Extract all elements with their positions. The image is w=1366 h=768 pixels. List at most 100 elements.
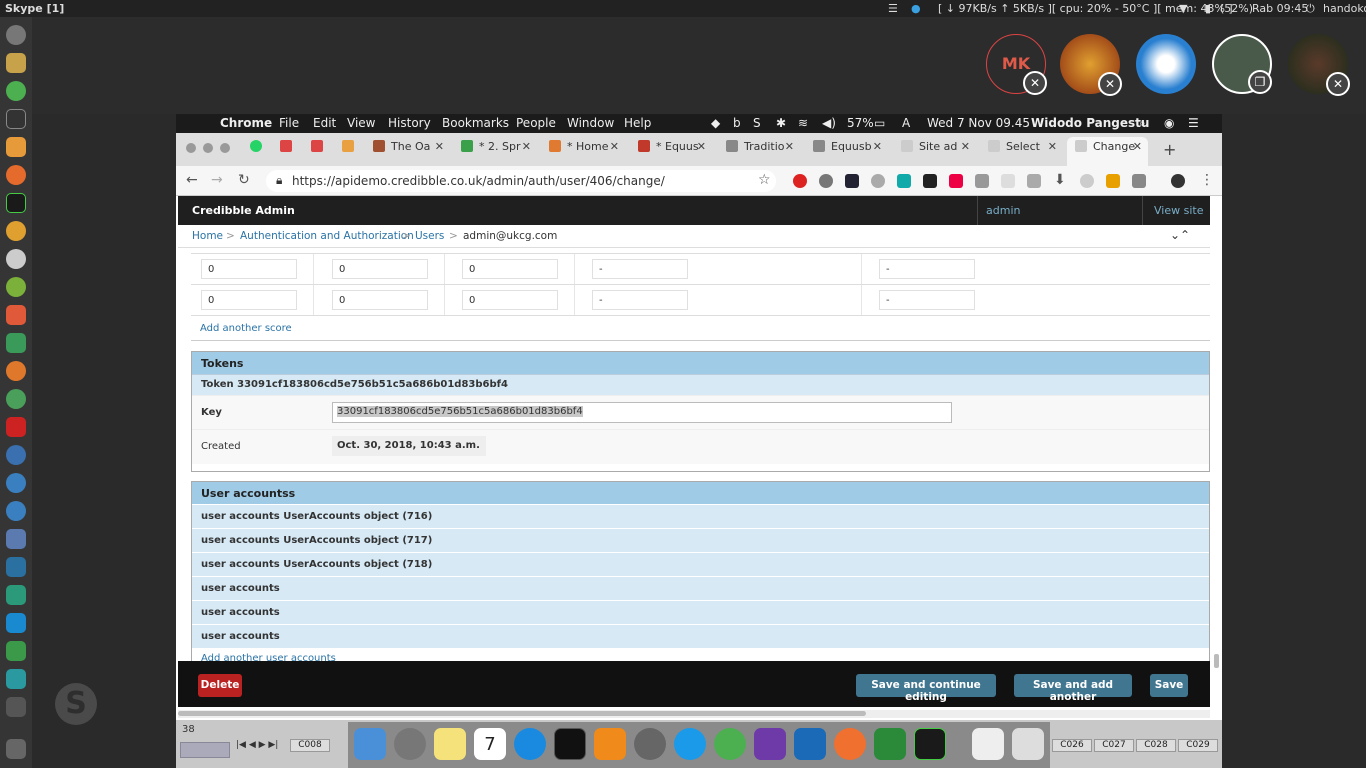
launcher-app-icon[interactable] (6, 361, 26, 381)
notification-icon[interactable]: ☰ (1188, 116, 1199, 130)
score-field[interactable]: 0 (201, 290, 297, 310)
launcher-app-icon[interactable] (6, 697, 26, 717)
extension-icon[interactable] (1132, 174, 1146, 188)
app-store-icon[interactable] (514, 728, 546, 760)
launcher-app-icon[interactable] (6, 585, 26, 605)
breadcrumb-users[interactable]: Users (415, 230, 444, 242)
extension-icon[interactable] (1080, 174, 1094, 188)
menu-history[interactable]: History (388, 116, 431, 130)
launcher-terminal-icon[interactable] (6, 109, 26, 129)
score-field[interactable]: 0 (332, 290, 428, 310)
score-field[interactable]: 0 (462, 259, 558, 279)
chrome-icon[interactable] (714, 728, 746, 760)
menu-help[interactable]: Help (624, 116, 651, 130)
tab-equus[interactable]: * Equus ✕ (638, 140, 706, 164)
list-icon[interactable]: ☰ (888, 2, 898, 15)
bluetooth-icon[interactable]: ✱ (776, 116, 786, 130)
tab-equusb[interactable]: Equusb ✕ (813, 140, 882, 164)
menu-people[interactable]: People (516, 116, 556, 130)
pycharm-icon[interactable] (914, 728, 946, 760)
launcher-files-icon[interactable] (6, 53, 26, 73)
close-tab-icon[interactable]: ✕ (1133, 140, 1142, 153)
skype-icon[interactable] (674, 728, 706, 760)
finder-icon[interactable] (354, 728, 386, 760)
sheet-tab[interactable]: C029 (1178, 739, 1218, 752)
clock[interactable]: Rab 09:45 (1252, 2, 1308, 15)
close-tab-icon[interactable]: ✕ (785, 140, 794, 153)
postman-icon[interactable] (834, 728, 866, 760)
score-field[interactable]: - (592, 259, 688, 279)
menu-window[interactable]: Window (567, 116, 614, 130)
participant-avatar[interactable]: MK ✕ (986, 34, 1047, 95)
delete-button[interactable]: Delete (198, 674, 242, 697)
launcher-filezilla-icon[interactable] (6, 417, 26, 437)
excel-icon[interactable] (874, 728, 906, 760)
extension-icon[interactable] (1027, 174, 1041, 188)
tab-whatsapp[interactable] (250, 140, 264, 164)
launcher-app-icon[interactable] (6, 473, 26, 493)
admin-user-link[interactable]: admin (986, 204, 1020, 217)
launcher-app-icon[interactable] (6, 669, 26, 689)
new-tab-icon[interactable]: + (1163, 140, 1176, 159)
scrollbar-thumb[interactable] (178, 711, 866, 716)
launcher-pycharm-icon[interactable] (6, 193, 26, 213)
close-tab-icon[interactable]: ✕ (1048, 140, 1057, 153)
date-time[interactable]: Wed 7 Nov 09.45 (927, 116, 1030, 130)
launcher-firefox-icon[interactable] (6, 165, 26, 185)
wifi-icon[interactable]: ▼ (1179, 2, 1187, 15)
menu-chrome[interactable]: Chrome (220, 116, 272, 130)
extension-icon[interactable] (949, 174, 963, 188)
participant-video[interactable]: ❐ (1212, 34, 1272, 94)
sheet-tab[interactable]: C028 (1136, 739, 1176, 752)
admin-brand[interactable]: Credibble Admin (192, 204, 295, 217)
document-icon[interactable] (972, 728, 1004, 760)
score-field[interactable]: - (592, 290, 688, 310)
save-add-another-button[interactable]: Save and add another (1014, 674, 1132, 703)
launcher-app-icon[interactable] (6, 249, 26, 269)
zoom-window-icon[interactable] (220, 143, 230, 153)
calendar-icon[interactable]: 7 (474, 728, 506, 760)
profile-avatar[interactable] (1171, 174, 1185, 188)
sheet-tab[interactable]: C008 (290, 739, 330, 752)
breadcrumb-home[interactable]: Home (192, 230, 223, 242)
score-field[interactable]: 0 (332, 259, 428, 279)
launcher-app-icon[interactable] (6, 333, 26, 353)
sheet-tab[interactable]: C026 (1052, 739, 1092, 752)
url-input[interactable]: 🔒︎ https://apidemo.credibble.co.uk/admin/… (266, 170, 776, 192)
tab-sprint[interactable]: * 2. Spr ✕ (461, 140, 531, 164)
participant-avatar[interactable]: ✕ (1288, 34, 1350, 96)
launcher-app-icon[interactable] (6, 305, 26, 325)
dropbox-icon[interactable]: ◆ (711, 116, 720, 130)
extension-icon[interactable] (819, 174, 833, 188)
notion-extension-icon[interactable] (845, 174, 859, 188)
launcher-skype-icon[interactable] (6, 613, 26, 633)
extension-icon[interactable] (871, 174, 885, 188)
forward-icon[interactable]: → (211, 172, 223, 188)
close-window-icon[interactable] (186, 143, 196, 153)
github-desktop-icon[interactable] (754, 728, 786, 760)
volume-icon[interactable]: ◀) (822, 116, 836, 130)
score-field[interactable]: - (879, 290, 975, 310)
back-icon[interactable]: ← (186, 172, 198, 188)
close-tab-icon[interactable]: ✕ (873, 140, 882, 153)
minimize-window-icon[interactable] (203, 143, 213, 153)
menu-edit[interactable]: Edit (313, 116, 336, 130)
save-continue-button[interactable]: Save and continue editing (856, 674, 996, 703)
launcher-app-icon[interactable] (6, 641, 26, 661)
terminal-icon[interactable] (554, 728, 586, 760)
extension-icon[interactable] (975, 174, 989, 188)
vscode-icon[interactable] (794, 728, 826, 760)
download-icon[interactable]: ⬇ (1054, 172, 1066, 188)
tab-home[interactable]: * Home ✕ (549, 140, 619, 164)
launcher-app-icon[interactable] (6, 389, 26, 409)
view-mode-buttons[interactable] (180, 742, 230, 758)
launcher-sublime-icon[interactable] (6, 137, 26, 157)
skype-icon[interactable]: S (753, 116, 761, 130)
view-site-link[interactable]: View site (1154, 204, 1203, 217)
participant-avatar[interactable] (1136, 34, 1196, 94)
input-icon[interactable]: A (902, 116, 910, 130)
score-field[interactable]: - (879, 259, 975, 279)
tab-gmail[interactable] (311, 140, 325, 164)
tab-site-admin[interactable]: Site ad ✕ (901, 140, 970, 164)
tab-change-active[interactable]: Change ✕ (1067, 137, 1148, 166)
